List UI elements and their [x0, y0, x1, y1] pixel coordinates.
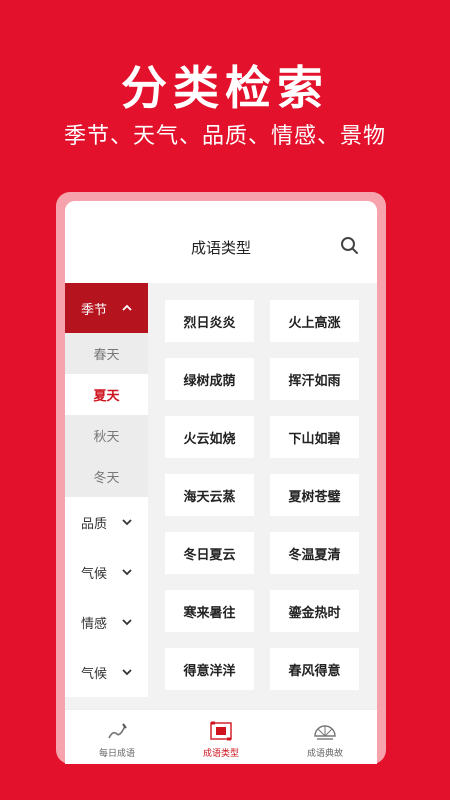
- phone-frame: 成语类型 季节 春天 夏天 秋天 冬天 品质 气候 情感 气候 烈日炎炎 火上高…: [56, 192, 386, 764]
- category-label: 季节: [81, 302, 108, 318]
- subcategory-summer[interactable]: 夏天: [65, 374, 148, 415]
- idiom-card[interactable]: 火上高涨: [270, 300, 359, 342]
- idiom-card[interactable]: 冬温夏清: [270, 532, 359, 574]
- category-label: 情感: [81, 616, 108, 632]
- tab-idiom-stories[interactable]: 成语典故: [273, 710, 377, 764]
- bottom-tab-bar: 每日成语 成语类型 成语典故: [65, 709, 377, 764]
- chevron-down-icon: [122, 569, 132, 576]
- category-season[interactable]: 季节: [65, 283, 148, 333]
- screen-title: 成语类型: [190, 239, 251, 257]
- idiom-card[interactable]: 寒来暑往: [165, 590, 254, 632]
- idiom-card[interactable]: 绿树成荫: [165, 358, 254, 400]
- scroll-icon: [210, 721, 232, 741]
- idiom-card[interactable]: 冬日夏云: [165, 532, 254, 574]
- category-label: 气候: [81, 566, 108, 582]
- tab-label: 成语典故: [306, 749, 343, 759]
- subcategory-autumn[interactable]: 秋天: [65, 415, 148, 456]
- category-climate-2[interactable]: 气候: [65, 647, 148, 697]
- idiom-card[interactable]: 海天云蒸: [165, 474, 254, 516]
- chevron-down-icon: [122, 669, 132, 676]
- subcategory-spring[interactable]: 春天: [65, 333, 148, 374]
- idiom-card[interactable]: 下山如碧: [270, 416, 359, 458]
- category-emotion[interactable]: 情感: [65, 597, 148, 647]
- tab-idiom-types[interactable]: 成语类型: [169, 710, 273, 764]
- hero-subtitle: 季节、天气、品质、情感、景物: [63, 124, 386, 149]
- chevron-up-icon: [122, 304, 132, 311]
- category-label: 气候: [81, 666, 108, 682]
- search-icon: [341, 237, 358, 254]
- idiom-card[interactable]: 得意洋洋: [165, 648, 254, 690]
- idiom-card[interactable]: 挥汗如雨: [270, 358, 359, 400]
- fan-icon: [314, 725, 336, 740]
- tab-label: 成语类型: [202, 749, 239, 759]
- tab-label: 每日成语: [98, 749, 135, 759]
- screen-header: 成语类型: [65, 201, 377, 283]
- category-sidebar: 季节 春天 夏天 秋天 冬天 品质 气候 情感 气候: [65, 283, 148, 709]
- chevron-down-icon: [122, 619, 132, 626]
- app-screen: 成语类型 季节 春天 夏天 秋天 冬天 品质 气候 情感 气候 烈日炎炎 火上高…: [65, 201, 377, 764]
- chevron-down-icon: [122, 519, 132, 526]
- idiom-card[interactable]: 火云如烧: [165, 416, 254, 458]
- idiom-card[interactable]: 鎏金热时: [270, 590, 359, 632]
- idiom-card[interactable]: 春风得意: [270, 648, 359, 690]
- category-climate[interactable]: 气候: [65, 547, 148, 597]
- idiom-grid: 烈日炎炎 火上高涨 绿树成荫 挥汗如雨 火云如烧 下山如碧 海天云蒸 夏树苍璧 …: [148, 283, 377, 709]
- hero-title: 分类检索: [121, 61, 329, 115]
- idiom-card[interactable]: 烈日炎炎: [165, 300, 254, 342]
- subcategory-winter[interactable]: 冬天: [65, 456, 148, 497]
- category-quality[interactable]: 品质: [65, 497, 148, 547]
- idiom-card[interactable]: 夏树苍璧: [270, 474, 359, 516]
- category-label: 品质: [81, 516, 108, 532]
- search-button[interactable]: [339, 235, 361, 257]
- tab-daily-idiom[interactable]: 每日成语: [65, 710, 169, 764]
- brush-icon: [108, 723, 127, 739]
